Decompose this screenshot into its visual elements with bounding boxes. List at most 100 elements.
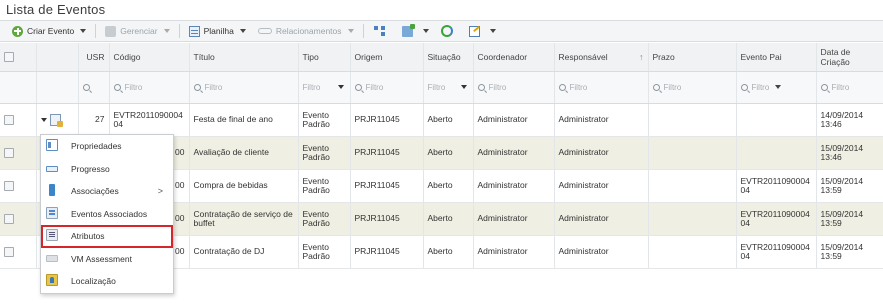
row-checkbox[interactable] (4, 246, 14, 257)
row-select-cell[interactable] (0, 103, 37, 137)
menu-item-label: Atributos (71, 231, 105, 242)
column-header-deadline[interactable]: Prazo (648, 43, 737, 72)
filter-placeholder: Filtro (302, 82, 321, 92)
row-checkbox[interactable] (4, 180, 14, 191)
search-icon (652, 83, 660, 91)
associated-events-icon (46, 206, 58, 219)
row-checkbox[interactable] (4, 147, 14, 158)
cell-parent-event: EVTR201109000404 (736, 235, 817, 269)
filter-origin[interactable]: Filtro (350, 71, 424, 104)
cell-origin: PRJR11045 (350, 103, 424, 137)
filter-placeholder: Filtro (488, 82, 507, 92)
cell-coordinator: Administrator (473, 103, 555, 137)
search-icon (354, 83, 362, 91)
menu-item-properties[interactable]: Propriedades (41, 135, 173, 158)
column-header-created-date[interactable]: Data de Criação (816, 43, 883, 72)
row-select-cell[interactable] (0, 169, 37, 203)
row-checkbox[interactable] (4, 213, 14, 224)
spreadsheet-icon (188, 25, 200, 37)
toolbar-divider (362, 24, 364, 38)
filter-cell-empty (0, 71, 37, 104)
relationships-button[interactable]: Relacionamentos (252, 22, 360, 40)
filter-created-date[interactable]: Filtro (816, 71, 883, 104)
cell-status: Aberto (423, 235, 474, 269)
table-header-row: USR Código Título Tipo Origem Situação C… (0, 43, 883, 72)
filter-code[interactable]: Filtro (109, 71, 190, 104)
cell-title: Avaliação de cliente (189, 136, 299, 170)
menu-item-attributes[interactable]: Atributos (41, 225, 173, 248)
filter-usr[interactable] (78, 71, 110, 104)
manage-button[interactable]: Gerenciar (99, 22, 175, 40)
column-header-status[interactable]: Situação (423, 43, 474, 72)
edit-button[interactable] (463, 22, 502, 40)
cell-created-date: 14/09/2014 13:46 (816, 103, 883, 137)
column-header-type[interactable]: Tipo (298, 43, 351, 72)
search-icon (82, 83, 90, 91)
column-header-usr[interactable]: USR (78, 43, 110, 72)
menu-item-label: Propriedades (71, 141, 122, 152)
filter-title[interactable]: Filtro (189, 71, 299, 104)
column-header-title[interactable]: Título (189, 43, 299, 72)
menu-item-associated-events[interactable]: Eventos Associados (41, 203, 173, 226)
filter-parent-event[interactable]: Filtro (736, 71, 817, 104)
search-icon (113, 83, 121, 91)
filter-deadline[interactable]: Filtro (648, 71, 737, 104)
column-header-parent-event[interactable]: Evento Pai (736, 43, 817, 72)
table-row[interactable]: 27 EVTR201109000404 Festa de final de an… (0, 103, 883, 137)
cell-deadline (648, 235, 737, 269)
row-checkbox[interactable] (4, 114, 14, 125)
spreadsheet-button[interactable]: Planilha (183, 22, 252, 40)
cell-deadline (648, 136, 737, 170)
menu-item-progress[interactable]: Progresso (41, 158, 173, 181)
cell-type: Evento Padrão (298, 169, 351, 203)
cell-type: Evento Padrão (298, 103, 351, 137)
event-icon (49, 113, 63, 127)
column-header-origin[interactable]: Origem (350, 43, 424, 72)
row-actions-cell[interactable] (36, 103, 79, 137)
column-header-responsible[interactable]: Responsável ↑ (554, 43, 649, 72)
filter-placeholder: Filtro (365, 82, 384, 92)
cell-title: Contratação de DJ (189, 235, 299, 269)
chevron-down-icon (239, 29, 246, 33)
menu-item-associations[interactable]: Associações > (41, 180, 173, 203)
refresh-button[interactable] (435, 22, 463, 40)
cell-origin: PRJR11045 (350, 136, 424, 170)
row-select-cell[interactable] (0, 202, 37, 236)
row-select-cell[interactable] (0, 136, 37, 170)
select-all-cell[interactable] (0, 43, 37, 72)
filter-status[interactable]: Filtro (423, 71, 474, 104)
manage-label: Gerenciar (120, 26, 158, 36)
filter-responsible[interactable]: Filtro (554, 71, 649, 104)
chevron-down-icon (40, 117, 47, 122)
search-icon (477, 83, 485, 91)
select-all-checkbox[interactable] (4, 52, 14, 63)
search-icon (193, 83, 201, 91)
associations-icon (49, 184, 55, 196)
cell-parent-event (736, 136, 817, 170)
column-header-code[interactable]: Código (109, 43, 190, 72)
filter-coordinator[interactable]: Filtro (473, 71, 555, 104)
filter-placeholder: Filtro (663, 82, 682, 92)
create-event-button[interactable]: Criar Evento (6, 22, 92, 40)
menu-item-vm-assessment[interactable]: VM Assessment (41, 248, 173, 271)
chevron-down-icon (489, 29, 496, 33)
cell-title: Contratação de serviço de buffet (189, 202, 299, 236)
column-header-coordinator[interactable]: Coordenador (473, 43, 555, 72)
cell-coordinator: Administrator (473, 169, 555, 203)
row-context-menu: Propriedades Progresso Associações > Eve… (40, 134, 174, 294)
hierarchy-button[interactable] (367, 22, 396, 40)
export-button[interactable] (396, 22, 435, 40)
chevron-down-icon (775, 85, 782, 89)
responsible-label: Responsável (558, 51, 608, 62)
filter-type[interactable]: Filtro (298, 71, 351, 104)
row-select-cell[interactable] (0, 235, 37, 269)
chevron-right-icon: > (157, 186, 163, 197)
menu-item-label: Progresso (71, 163, 110, 174)
row-actions-button[interactable] (40, 113, 63, 127)
chevron-down-icon (80, 29, 87, 33)
sort-ascending-icon[interactable]: ↑ (639, 52, 644, 62)
spreadsheet-label: Planilha (203, 26, 234, 36)
cell-created-date: 15/09/2014 13:59 (816, 169, 883, 203)
menu-item-location[interactable]: Localização (41, 270, 173, 293)
chevron-down-icon (347, 29, 354, 33)
